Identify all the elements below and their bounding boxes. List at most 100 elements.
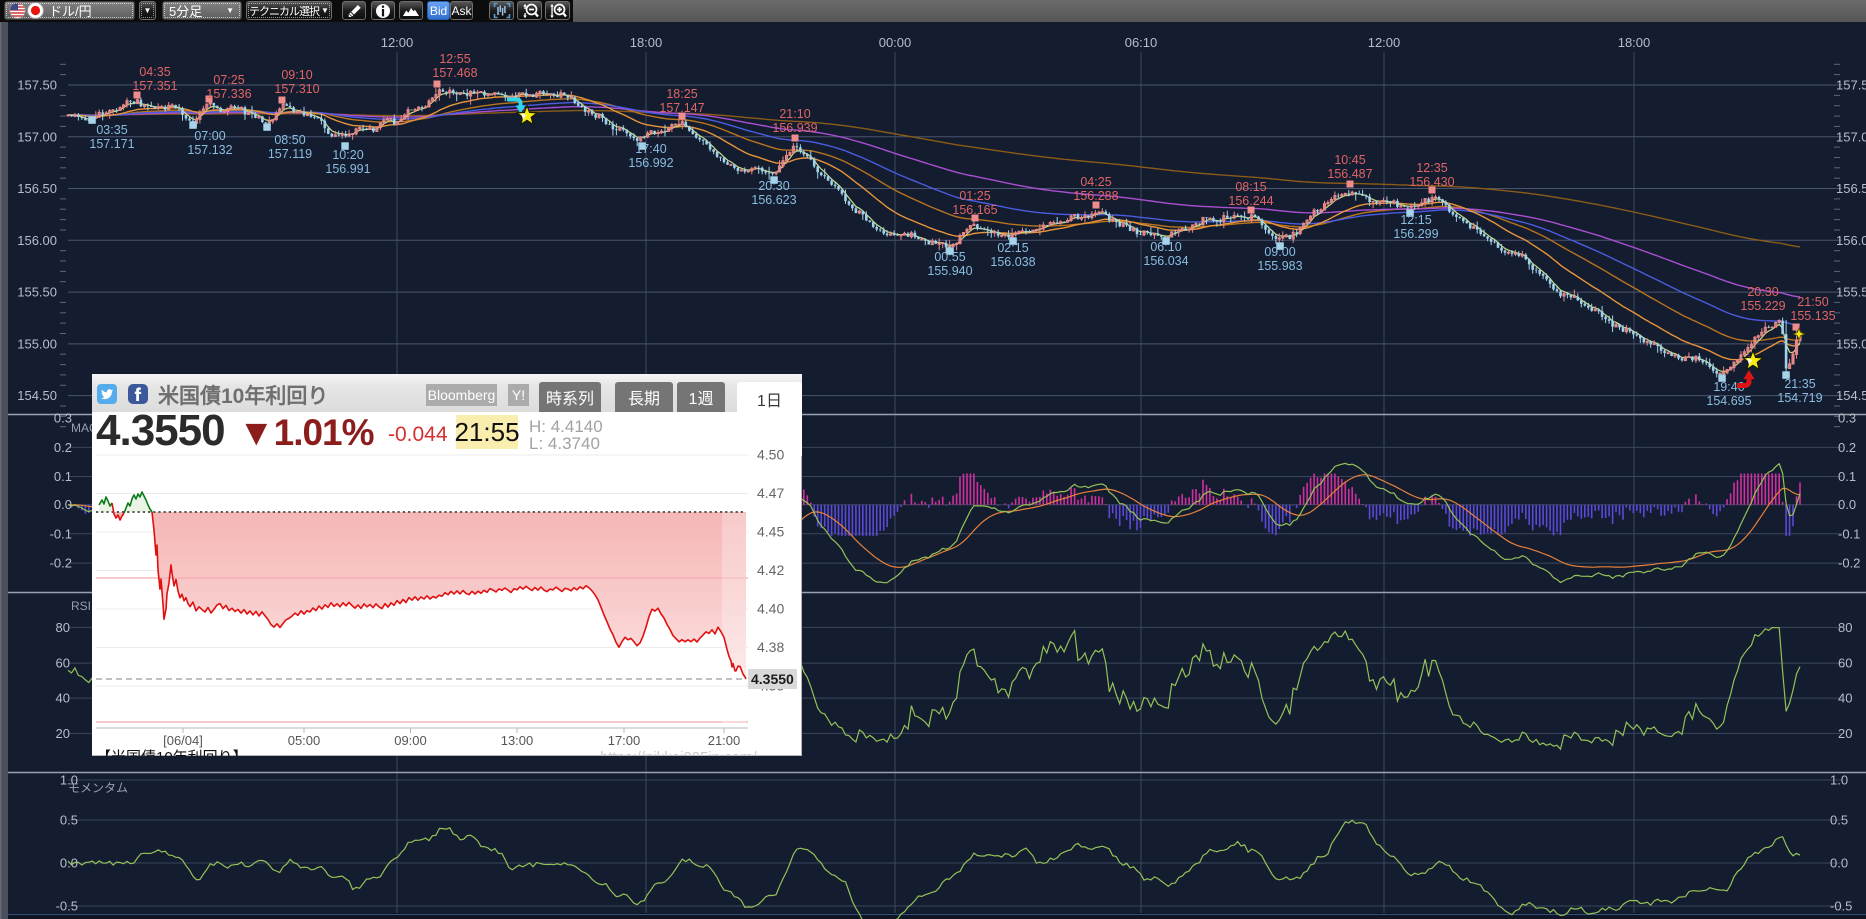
svg-text:156.299: 156.299 — [1393, 227, 1438, 241]
svg-text:157.468: 157.468 — [432, 66, 477, 80]
svg-text:[06/04]: [06/04] — [163, 733, 203, 748]
svg-text:156.288: 156.288 — [1073, 189, 1118, 203]
svg-text:05:00: 05:00 — [288, 733, 321, 748]
svg-text:06:10: 06:10 — [1125, 35, 1158, 50]
svg-text:157.50: 157.50 — [1836, 78, 1866, 93]
svg-text:4.38: 4.38 — [757, 639, 784, 655]
svg-text:40: 40 — [56, 691, 70, 706]
svg-text:【米国債10年利回り】: 【米国債10年利回り】 — [96, 749, 248, 756]
svg-text:155.983: 155.983 — [1257, 259, 1302, 273]
svg-text:-0.2: -0.2 — [1838, 556, 1860, 571]
svg-text:07:00: 07:00 — [194, 129, 225, 143]
svg-text:60: 60 — [1838, 656, 1852, 671]
svg-text:80: 80 — [1838, 620, 1852, 635]
svg-text:80: 80 — [56, 620, 70, 635]
svg-text:09:00: 09:00 — [1264, 245, 1295, 259]
svg-text:04:25: 04:25 — [1080, 175, 1111, 189]
svg-text:1.0: 1.0 — [1830, 773, 1848, 788]
svg-text:08:50: 08:50 — [274, 133, 305, 147]
svg-text:0.0: 0.0 — [1830, 856, 1848, 871]
svg-text:00:00: 00:00 — [879, 35, 912, 50]
svg-text:156.244: 156.244 — [1228, 194, 1273, 208]
svg-text:4.47: 4.47 — [757, 485, 784, 501]
svg-text:156.939: 156.939 — [772, 121, 817, 135]
svg-text:0.0: 0.0 — [60, 856, 78, 871]
svg-text:18:00: 18:00 — [630, 35, 663, 50]
svg-text:156.430: 156.430 — [1409, 175, 1454, 189]
svg-text:17:00: 17:00 — [608, 733, 641, 748]
svg-text:0.2: 0.2 — [1838, 440, 1856, 455]
svg-text:0.2: 0.2 — [54, 440, 72, 455]
svg-text:0.5: 0.5 — [60, 813, 78, 828]
svg-text:156.038: 156.038 — [990, 255, 1035, 269]
svg-text:157.147: 157.147 — [659, 101, 704, 115]
svg-text:156.034: 156.034 — [1143, 254, 1188, 268]
svg-text:156.623: 156.623 — [751, 193, 796, 207]
svg-text:21:50: 21:50 — [1797, 295, 1828, 309]
svg-text:156.00: 156.00 — [1836, 233, 1866, 248]
svg-text:18:00: 18:00 — [1618, 35, 1651, 50]
svg-text:20: 20 — [1838, 726, 1852, 741]
svg-text:12:00: 12:00 — [381, 35, 414, 50]
svg-text:157.00: 157.00 — [1836, 129, 1866, 144]
svg-text:モメンタム: モメンタム — [68, 781, 128, 795]
svg-text:60: 60 — [56, 656, 70, 671]
svg-text:156.991: 156.991 — [325, 162, 370, 176]
svg-text:0.1: 0.1 — [1838, 469, 1856, 484]
svg-text:157.171: 157.171 — [89, 137, 134, 151]
svg-text:12:00: 12:00 — [1368, 35, 1401, 50]
svg-text:0.3: 0.3 — [1838, 411, 1856, 426]
svg-text:12:15: 12:15 — [1400, 213, 1431, 227]
svg-text:https://nikkei225jp.com/: https://nikkei225jp.com/ — [600, 749, 758, 756]
svg-text:155.50: 155.50 — [1836, 285, 1866, 300]
svg-text:155.00: 155.00 — [17, 336, 57, 351]
svg-text:156.992: 156.992 — [628, 156, 673, 170]
svg-text:18:25: 18:25 — [666, 87, 697, 101]
svg-text:4.50: 4.50 — [757, 447, 784, 463]
svg-text:02:15: 02:15 — [997, 241, 1028, 255]
svg-text:12:55: 12:55 — [439, 52, 470, 66]
svg-text:RSI: RSI — [71, 599, 91, 613]
svg-text:154.719: 154.719 — [1777, 391, 1822, 405]
svg-text:-0.5: -0.5 — [1830, 899, 1852, 914]
svg-text:156.487: 156.487 — [1327, 167, 1372, 181]
svg-text:0.0: 0.0 — [1838, 497, 1856, 512]
svg-text:4.40: 4.40 — [757, 601, 784, 617]
svg-text:20:30: 20:30 — [758, 179, 789, 193]
svg-text:157.336: 157.336 — [206, 87, 251, 101]
svg-text:17:40: 17:40 — [635, 142, 666, 156]
svg-text:157.119: 157.119 — [268, 147, 312, 161]
svg-text:-0.1: -0.1 — [50, 526, 72, 541]
svg-text:0.1: 0.1 — [54, 469, 72, 484]
svg-text:4.42: 4.42 — [757, 562, 784, 578]
svg-text:156.50: 156.50 — [17, 181, 57, 196]
svg-text:4.3550: 4.3550 — [751, 671, 794, 687]
svg-text:154.695: 154.695 — [1706, 394, 1751, 408]
svg-text:157.50: 157.50 — [17, 78, 57, 93]
svg-text:20: 20 — [56, 726, 70, 741]
svg-text:10:45: 10:45 — [1334, 153, 1365, 167]
svg-text:155.229: 155.229 — [1740, 299, 1785, 313]
svg-text:04:35: 04:35 — [139, 65, 170, 79]
svg-text:01:25: 01:25 — [959, 189, 990, 203]
svg-text:156.165: 156.165 — [952, 203, 997, 217]
svg-text:10:20: 10:20 — [332, 148, 363, 162]
svg-text:12:35: 12:35 — [1416, 161, 1447, 175]
svg-text:154.50: 154.50 — [17, 388, 57, 403]
svg-text:-0.2: -0.2 — [50, 556, 72, 571]
svg-text:157.132: 157.132 — [187, 143, 232, 157]
svg-text:157.00: 157.00 — [17, 129, 57, 144]
svg-text:0.3: 0.3 — [54, 411, 72, 426]
svg-text:00:55: 00:55 — [934, 250, 965, 264]
svg-text:156.50: 156.50 — [1836, 181, 1866, 196]
svg-text:4.45: 4.45 — [757, 524, 784, 540]
svg-text:-0.5: -0.5 — [56, 899, 78, 914]
svg-text:154.50: 154.50 — [1836, 388, 1866, 403]
svg-text:21:10: 21:10 — [779, 107, 810, 121]
svg-text:-0.1: -0.1 — [1838, 526, 1860, 541]
svg-text:155.135: 155.135 — [1790, 309, 1835, 323]
svg-text:0.5: 0.5 — [1830, 813, 1848, 828]
svg-text:21:00: 21:00 — [708, 733, 741, 748]
svg-text:157.351: 157.351 — [132, 79, 177, 93]
svg-text:155.50: 155.50 — [17, 285, 57, 300]
